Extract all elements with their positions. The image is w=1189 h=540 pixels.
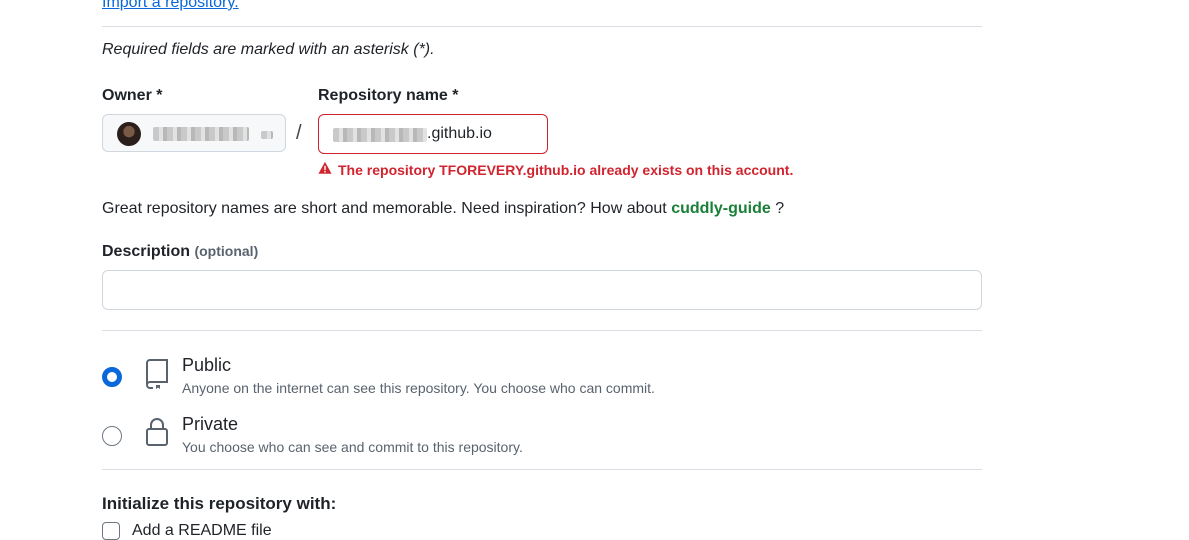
private-title: Private <box>182 414 239 434</box>
private-radio[interactable] <box>102 426 122 446</box>
suggestion-link[interactable]: cuddly-guide <box>671 200 771 217</box>
alert-icon <box>318 161 332 178</box>
description-input[interactable] <box>102 270 982 310</box>
lock-icon <box>145 417 169 452</box>
private-description: You choose who can see and commit to thi… <box>182 439 523 455</box>
initialize-label: Initialize this repository with: <box>102 494 337 513</box>
divider <box>102 469 982 470</box>
divider <box>102 26 982 27</box>
repository-name-error: The repository TFOREVERY.github.io alrea… <box>318 161 793 178</box>
hint-suffix: ? <box>775 200 785 217</box>
owner-name-redacted <box>153 127 249 141</box>
divider <box>102 330 982 331</box>
repo-icon <box>144 358 170 395</box>
description-label-group: Description (optional) <box>102 243 258 261</box>
description-label: Description <box>102 243 191 260</box>
name-hint: Great repository names are short and mem… <box>102 200 784 218</box>
owner-repo-separator: / <box>296 122 302 144</box>
required-fields-note: Required fields are marked with an aster… <box>102 41 435 58</box>
avatar <box>117 122 141 146</box>
readme-checkbox[interactable] <box>102 522 120 540</box>
error-text: The repository TFOREVERY.github.io alrea… <box>338 161 794 178</box>
public-description: Anyone on the internet can see this repo… <box>182 380 655 396</box>
public-title: Public <box>182 355 232 375</box>
repository-name-redacted <box>333 128 427 142</box>
repository-name-suffix: .github.io <box>427 125 492 142</box>
owner-label: Owner * <box>102 87 163 104</box>
owner-select[interactable] <box>102 114 286 152</box>
repository-name-input[interactable]: .github.io <box>318 114 548 154</box>
optional-hint: (optional) <box>194 243 259 259</box>
readme-label: Add a README file <box>132 522 272 539</box>
hint-text: Great repository names are short and mem… <box>102 200 667 217</box>
repository-name-label: Repository name * <box>318 87 459 104</box>
public-radio[interactable] <box>102 367 122 387</box>
import-repository-link[interactable]: Import a repository. <box>102 0 239 12</box>
redacted-mark <box>261 131 273 139</box>
